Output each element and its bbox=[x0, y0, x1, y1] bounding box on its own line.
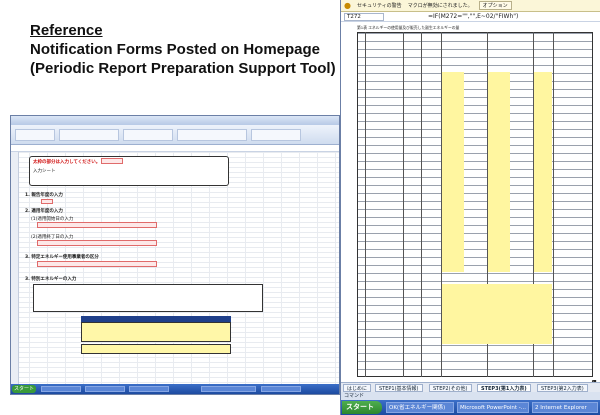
energy-notes-box bbox=[33, 284, 263, 312]
step4-label: 3. 特別エネルギーの入力 bbox=[25, 277, 77, 282]
window-titlebar bbox=[11, 116, 339, 125]
ribbon bbox=[11, 125, 339, 145]
title-line-3: (Periodic Report Preparation Support Too… bbox=[30, 60, 336, 77]
taskbar-item-2[interactable]: Microsoft PowerPoint -... bbox=[457, 402, 529, 413]
title-block: Reference Notification Forms Posted on H… bbox=[30, 22, 340, 78]
sheet-area[interactable]: 第1表 エネルギーの使用量及び販売した副生エネルギーの量 1 bbox=[341, 22, 600, 392]
security-message: マクロが無効にされました。 bbox=[407, 3, 473, 9]
excel-screenshot-small: 太枠の部分は入力してください。 入力シート 1. 報告年度の入力 2. 適用年度… bbox=[10, 115, 340, 395]
slide: Reference Notification Forms Posted on H… bbox=[0, 0, 600, 415]
end-date-input[interactable] bbox=[37, 240, 157, 246]
tab-intro[interactable]: はじめに bbox=[343, 384, 372, 392]
taskbar-item-3[interactable]: 2 Internet Explorer bbox=[532, 402, 598, 413]
start-date-input[interactable] bbox=[37, 222, 157, 228]
sheet-title: 第1表 エネルギーの使用量及び販売した副生エネルギーの量 bbox=[357, 25, 460, 30]
energy-input-row[interactable] bbox=[81, 344, 231, 354]
row-headers bbox=[11, 152, 19, 384]
input-column-3[interactable] bbox=[534, 72, 552, 272]
tab-step3-1[interactable]: STEP3(第1入力表) bbox=[477, 384, 531, 392]
formula-input[interactable]: =IF(M272="","",E~02/"FIWh") bbox=[428, 13, 518, 20]
category-input[interactable] bbox=[37, 261, 157, 267]
excel-screenshot-large: ● セキュリティの警告 マクロが無効にされました。 オプション T272 =IF… bbox=[340, 0, 600, 415]
tab-step1[interactable]: STEP1(基本情報) bbox=[375, 384, 423, 392]
options-button[interactable]: オプション bbox=[478, 1, 512, 10]
taskbar-small: スタート bbox=[11, 384, 339, 394]
tab-step2[interactable]: STEP2(その他) bbox=[429, 384, 472, 392]
start-button[interactable]: スタート bbox=[342, 401, 382, 414]
taskbar-item-1[interactable]: OK(省エネルギー関係) bbox=[386, 402, 454, 413]
input-column-2[interactable] bbox=[488, 72, 510, 272]
tab-step3-2[interactable]: STEP3(第2入力表) bbox=[537, 384, 588, 392]
reference-heading: Reference bbox=[30, 22, 103, 39]
step3-label: 3. 特定エネルギー使用事業者の区分 bbox=[25, 255, 99, 260]
header-text: 入力シート bbox=[33, 169, 56, 174]
step1-label: 1. 報告年度の入力 bbox=[25, 193, 63, 198]
start-button-small[interactable]: スタート bbox=[12, 385, 36, 393]
security-warning-bar: ● セキュリティの警告 マクロが無効にされました。 オプション bbox=[341, 0, 600, 12]
shield-icon: ● bbox=[344, 1, 351, 10]
sheet-tabs: はじめに STEP1(基本情報) STEP2(その他) STEP3(第1入力表)… bbox=[341, 382, 600, 392]
notice-text: 太枠の部分は入力してください。 bbox=[33, 160, 101, 165]
step2-label: 2. 適用年度の入力 bbox=[25, 209, 63, 214]
taskbar-large: スタート OK(省エネルギー関係) Microsoft PowerPoint -… bbox=[341, 400, 600, 415]
formula-bar: T272 =IF(M272="","",E~02/"FIWh") bbox=[341, 12, 600, 22]
formula-bar[interactable] bbox=[11, 145, 339, 152]
year-input[interactable] bbox=[41, 199, 53, 204]
input-sample-cell bbox=[101, 158, 123, 164]
input-block-lower[interactable] bbox=[442, 284, 552, 344]
status-bar: コマンド bbox=[341, 392, 600, 400]
input-column-1[interactable] bbox=[442, 72, 464, 272]
energy-input-table[interactable] bbox=[81, 322, 231, 342]
security-label: セキュリティの警告 bbox=[356, 3, 402, 9]
title-line-2: Notification Forms Posted on Homepage bbox=[30, 41, 321, 58]
name-box[interactable]: T272 bbox=[344, 12, 384, 21]
